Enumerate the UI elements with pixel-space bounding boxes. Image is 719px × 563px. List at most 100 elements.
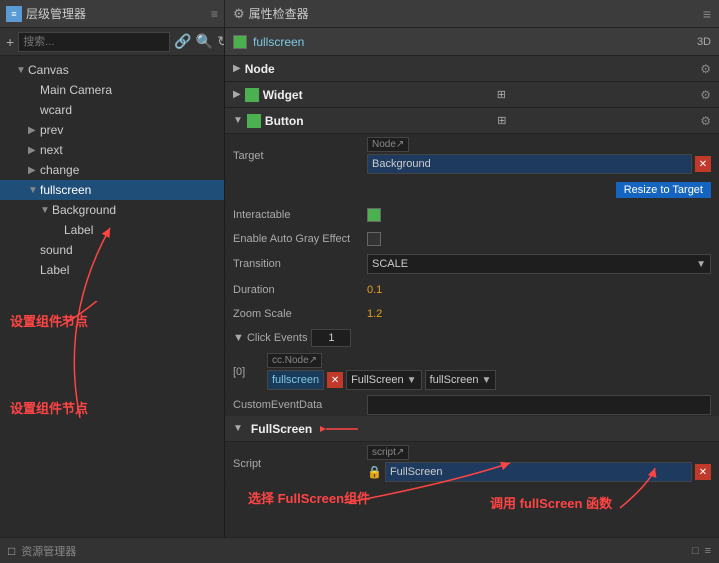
node-settings-icon[interactable]: ⚙ bbox=[700, 62, 711, 76]
node-section-label: Node bbox=[245, 62, 275, 76]
canvas-arrow: ▼ bbox=[16, 65, 28, 76]
event-field-text: fullscreen bbox=[272, 374, 319, 386]
fullscreen-section-label: FullScreen bbox=[251, 422, 312, 436]
zoom-scale-row: Zoom Scale 1.2 bbox=[225, 302, 719, 326]
background-label: Background bbox=[52, 203, 116, 217]
fullscreen-section-arrow: ▼ bbox=[233, 423, 243, 434]
zoom-scale-value-container: 1.2 bbox=[367, 308, 711, 320]
interactable-value bbox=[367, 208, 711, 222]
tree-item-change[interactable]: ▶ change bbox=[0, 160, 224, 180]
event-select2-arrow: ▼ bbox=[481, 375, 491, 386]
next-arrow: ▶ bbox=[28, 145, 40, 156]
bottom-bar: □ 资源管理器 □ ≡ bbox=[0, 537, 719, 563]
tree-item-next[interactable]: ▶ next bbox=[0, 140, 224, 160]
node-arrow: ▶ bbox=[233, 63, 241, 74]
button-checkbox[interactable] bbox=[247, 114, 261, 128]
script-lock-icon: 🔒 bbox=[367, 465, 382, 479]
duration-value[interactable]: 0.1 bbox=[367, 284, 382, 296]
duration-value-container: 0.1 bbox=[367, 284, 711, 296]
tree-item-wcard[interactable]: wcard bbox=[0, 100, 224, 120]
button-section-header[interactable]: ▼ Button ⊞ ⚙ bbox=[225, 108, 719, 134]
tree-item-label1[interactable]: Label bbox=[0, 220, 224, 240]
event-select-method[interactable]: fullScreen ▼ bbox=[425, 370, 497, 390]
button-settings-icon[interactable]: ⚙ bbox=[700, 114, 711, 128]
transition-select[interactable]: SCALE ▼ bbox=[367, 254, 711, 274]
event-select-component[interactable]: FullScreen ▼ bbox=[346, 370, 421, 390]
tree-item-label2[interactable]: Label bbox=[0, 260, 224, 280]
widget-section-label: Widget bbox=[263, 88, 303, 102]
left-panel-header: ≡ 层级管理器 ≡ bbox=[0, 0, 225, 27]
interactable-label: Interactable bbox=[233, 209, 363, 221]
button-arrow: ▼ bbox=[233, 115, 243, 126]
target-node-tag[interactable]: Node↗ bbox=[367, 137, 409, 152]
widget-section-header[interactable]: ▶ Widget ⊞ ⚙ bbox=[225, 82, 719, 108]
target-row: Target Node↗ ✕ bbox=[225, 134, 719, 178]
auto-gray-checkbox[interactable] bbox=[367, 232, 381, 246]
click-events-header[interactable]: ▼ Click Events bbox=[225, 326, 719, 350]
script-row: Script script↗ 🔒 ✕ bbox=[225, 442, 719, 486]
tree-item-fullscreen[interactable]: ▼ fullscreen bbox=[0, 180, 224, 200]
script-clear-button[interactable]: ✕ bbox=[695, 464, 711, 480]
button-icon[interactable]: ⊞ bbox=[497, 114, 506, 127]
button-section-label: Button bbox=[265, 114, 304, 128]
zoom-scale-label: Zoom Scale bbox=[233, 308, 363, 320]
3d-badge: 3D bbox=[697, 36, 711, 48]
click-events-count[interactable] bbox=[311, 329, 351, 347]
widget-icon[interactable]: ⊞ bbox=[497, 88, 506, 101]
node-section-header[interactable]: ▶ Node ⚙ bbox=[225, 56, 719, 82]
event-select1-arrow: ▼ bbox=[407, 375, 417, 386]
right-panel-header: ⚙ 属性检查器 ≡ bbox=[225, 0, 719, 27]
left-menu-icon[interactable]: ≡ bbox=[211, 7, 218, 21]
script-tag[interactable]: script↗ bbox=[367, 445, 409, 460]
script-label: Script bbox=[233, 458, 363, 470]
label1-label: Label bbox=[64, 223, 93, 237]
right-menu-icon[interactable]: ≡ bbox=[703, 6, 711, 22]
script-input[interactable] bbox=[385, 462, 692, 482]
add-node-button[interactable]: + bbox=[6, 32, 14, 52]
widget-checkbox[interactable] bbox=[245, 88, 259, 102]
zoom-scale-value[interactable]: 1.2 bbox=[367, 308, 382, 320]
tree-item-canvas[interactable]: ▼ Canvas bbox=[0, 60, 224, 80]
bottom-bar-label: 资源管理器 bbox=[21, 543, 76, 559]
resource-manager-icon: □ bbox=[8, 544, 15, 558]
tree-item-background[interactable]: ▼ Background bbox=[0, 200, 224, 220]
target-clear-button[interactable]: ✕ bbox=[695, 156, 711, 172]
layers-icon: ≡ bbox=[6, 6, 22, 22]
tree-item-main-camera[interactable]: Main Camera bbox=[0, 80, 224, 100]
search-input[interactable] bbox=[18, 32, 170, 52]
event-row-0: [0] cc.Node↗ fullscreen ✕ FullScreen ▼ f… bbox=[225, 350, 719, 394]
tree-item-prev[interactable]: ▶ prev bbox=[0, 120, 224, 140]
component-enable-checkbox[interactable] bbox=[233, 35, 247, 49]
event-fields: fullscreen ✕ FullScreen ▼ fullScreen ▼ bbox=[267, 370, 711, 390]
transition-value: SCALE ▼ bbox=[367, 254, 711, 274]
target-input[interactable] bbox=[367, 154, 692, 174]
link-icon[interactable]: 🔗 bbox=[174, 32, 191, 52]
hierarchy-toolbar: + 🔗 🔍 ↻ bbox=[0, 28, 224, 56]
resize-to-target-button[interactable]: Resize to Target bbox=[616, 182, 711, 198]
target-label: Target bbox=[233, 150, 363, 162]
widget-arrow: ▶ bbox=[233, 89, 241, 100]
bottom-icon-1[interactable]: □ bbox=[692, 545, 699, 557]
annotation-set-node: 设置组件节点 bbox=[10, 311, 88, 330]
component-name: fullscreen bbox=[253, 35, 691, 49]
refresh-icon[interactable]: ↻ bbox=[217, 32, 225, 52]
event-field-fullscreen[interactable]: fullscreen bbox=[267, 370, 324, 390]
label2-label: Label bbox=[40, 263, 69, 277]
left-panel-title: 层级管理器 bbox=[26, 5, 86, 22]
duration-label: Duration bbox=[233, 284, 363, 296]
tree-item-sound[interactable]: sound bbox=[0, 240, 224, 260]
inspector-title-bar: fullscreen 3D bbox=[225, 28, 719, 56]
click-events-label: ▼ Click Events bbox=[233, 332, 307, 344]
interactable-checkbox[interactable] bbox=[367, 208, 381, 222]
search-icon[interactable]: 🔍 bbox=[196, 32, 213, 52]
annotation-arrow-1 bbox=[0, 301, 224, 538]
widget-settings-icon[interactable]: ⚙ bbox=[700, 88, 711, 102]
event-node-tag[interactable]: cc.Node↗ bbox=[267, 353, 322, 368]
bottom-icon-2[interactable]: ≡ bbox=[705, 545, 711, 557]
transition-dropdown-arrow: ▼ bbox=[696, 259, 706, 270]
transition-label: Transition bbox=[233, 258, 363, 270]
fullscreen-section-header[interactable]: ▼ FullScreen bbox=[225, 416, 719, 442]
auto-gray-label: Enable Auto Gray Effect bbox=[233, 233, 363, 245]
custom-event-input[interactable] bbox=[367, 395, 711, 415]
event-clear-button[interactable]: ✕ bbox=[327, 372, 343, 388]
